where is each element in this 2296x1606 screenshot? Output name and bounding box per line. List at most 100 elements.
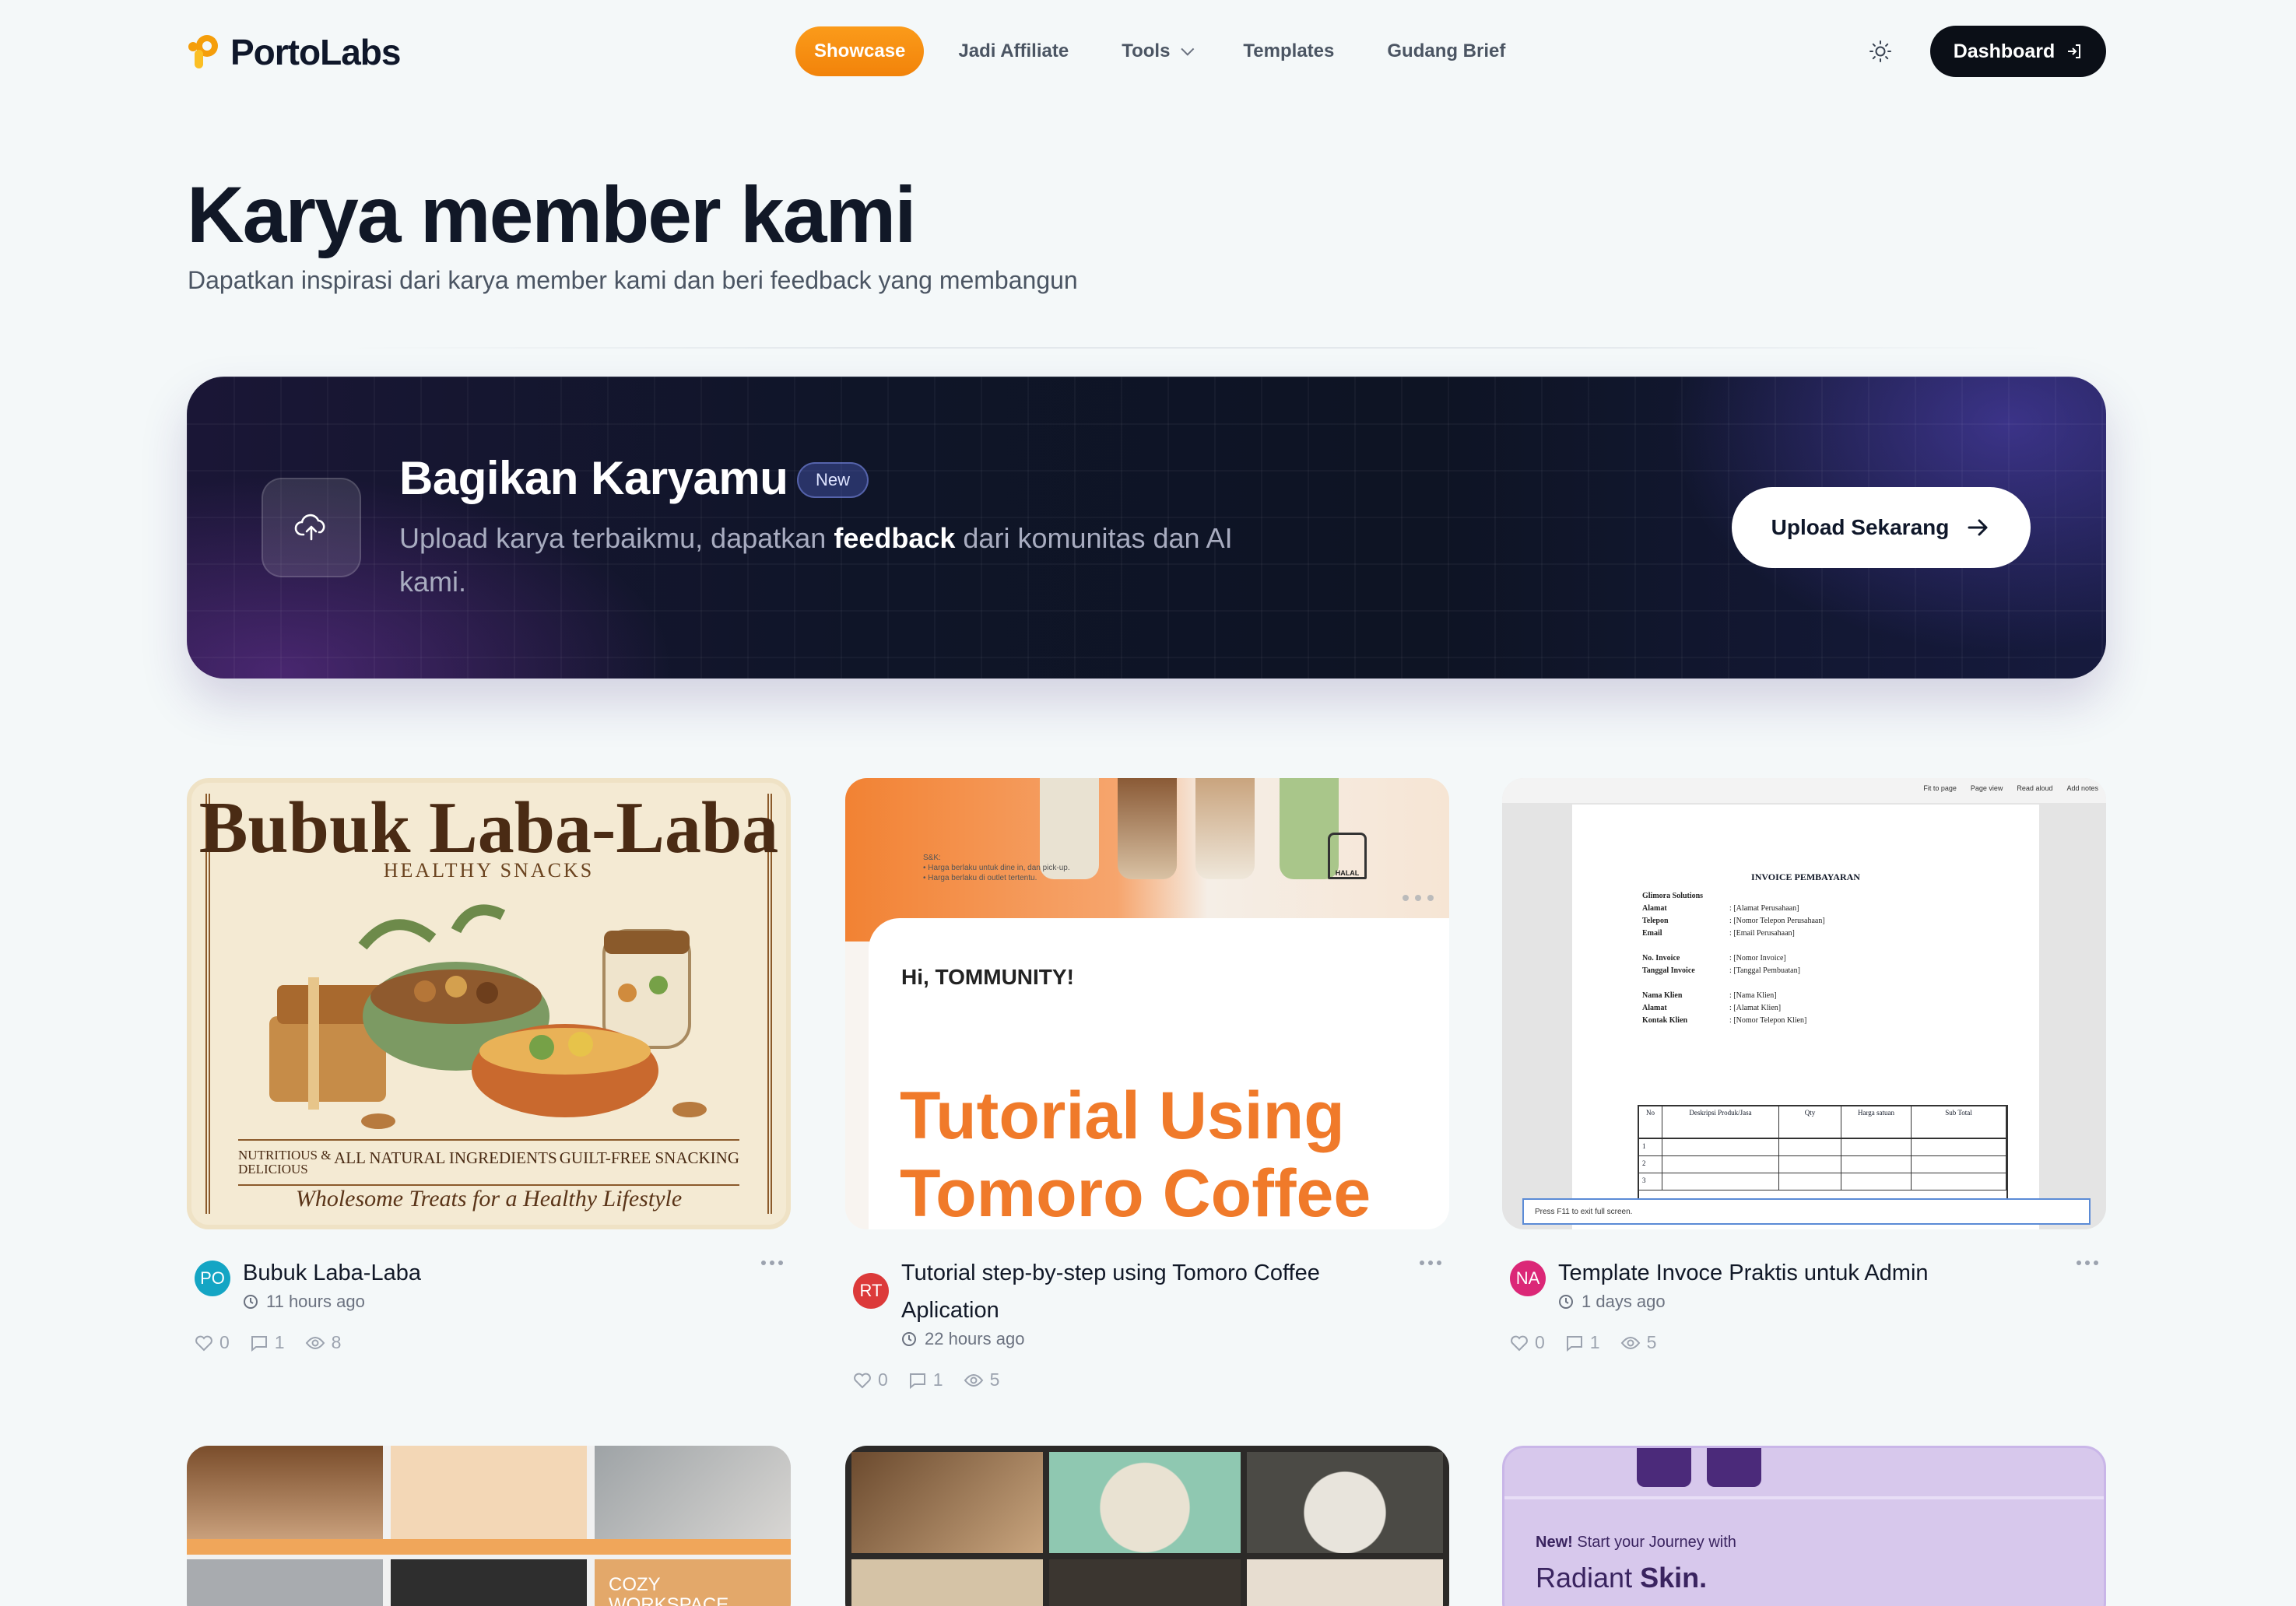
invoice-row-number: 3: [1639, 1173, 1662, 1190]
nav-jadi-affiliate[interactable]: Jadi Affiliate: [939, 26, 1087, 76]
view-stat: 8: [305, 1332, 341, 1353]
promo-start: Start your Journey with: [1572, 1534, 1736, 1551]
invoice-company: Glimora Solutions: [1642, 892, 1704, 900]
thumb-dots: [1403, 895, 1434, 901]
nav-tools[interactable]: Tools: [1103, 26, 1209, 76]
dashboard-button[interactable]: Dashboard: [1930, 26, 2106, 77]
clock-icon: [1559, 1295, 1573, 1309]
invoice-field-cell: Tanggal Invoice: [1642, 966, 1695, 975]
card-thumbnail[interactable]: Fit to page Page view Read aloud Add not…: [1502, 778, 2106, 1229]
card-thumbnail[interactable]: S&K: • Harga berlaku untuk dine in, dan …: [845, 778, 1449, 1229]
nav-templates[interactable]: Templates: [1224, 26, 1353, 76]
promo-radiant: Radiant: [1536, 1562, 1641, 1594]
card-meta: RT Tutorial step-by-step using Tomoro Co…: [845, 1254, 1449, 1390]
invoice-field-cell: : [Alamat Klien]: [1729, 1004, 1782, 1012]
avatar[interactable]: RT: [853, 1273, 889, 1309]
view-stat: 5: [1620, 1332, 1657, 1353]
invoice-field-cell: [1642, 977, 1729, 990]
theme-toggle-button[interactable]: [1865, 36, 1896, 67]
invoice-field-cell: : [Alamat Perusahaan]: [1729, 904, 1799, 913]
avatar[interactable]: NA: [1510, 1261, 1546, 1296]
chevron-down-icon: [1181, 42, 1195, 56]
upload-now-button[interactable]: Upload Sekarang: [1732, 487, 2031, 568]
invoice-field-cell: : [Email Perusahaan]: [1729, 929, 1795, 938]
invoice-empty-cell: [1662, 1173, 1779, 1190]
showcase-card[interactable]: S&K: • Harga berlaku untuk dine in, dan …: [845, 778, 1449, 1390]
poster-tags: NUTRITIOUS & DELICIOUS ALL NATURAL INGRE…: [238, 1139, 739, 1186]
brand-name: PortoLabs: [230, 32, 401, 72]
card-title[interactable]: Tutorial step-by-step using Tomoro Coffe…: [901, 1254, 1384, 1329]
showcase-card[interactable]: [845, 1446, 1449, 1606]
avatar[interactable]: PO: [195, 1261, 230, 1296]
eye-icon: [305, 1336, 325, 1349]
pdf-toolbar: Fit to page Page view Read aloud Add not…: [1502, 778, 2106, 803]
drink-cup: [1195, 778, 1255, 879]
showcase-card[interactable]: COZY WORKSPACE: [187, 1446, 791, 1606]
more-options-icon[interactable]: [761, 1261, 783, 1265]
brand-logo[interactable]: PortoLabs: [187, 31, 401, 73]
invoice-empty-cell: [1912, 1173, 2006, 1190]
comment-stat[interactable]: 1: [1565, 1332, 1600, 1353]
poster-tag: GUILT-FREE SNACKING: [559, 1148, 739, 1167]
card-time: 22 hours ago: [901, 1329, 1449, 1349]
card-thumbnail[interactable]: New! Start your Journey with Radiant Ski…: [1502, 1446, 2106, 1606]
like-count: 0: [878, 1369, 888, 1390]
toolbar-item: Add notes: [2066, 784, 2098, 792]
banner-description: Upload karya terbaikmu, dapatkan feedbac…: [399, 517, 1271, 604]
poster-footer: Wholesome Treats for a Healthy Lifestyle: [295, 1186, 683, 1212]
like-count: 0: [1535, 1332, 1545, 1352]
nav-gudang-brief[interactable]: Gudang Brief: [1368, 26, 1524, 76]
arrow-right-icon: [1968, 519, 1988, 536]
invoice-field-cell: : [Nama Klien]: [1729, 991, 1777, 1000]
more-options-icon[interactable]: [1420, 1261, 1441, 1265]
like-stat[interactable]: 0: [853, 1369, 888, 1390]
banner-desc-text: Upload karya terbaikmu, dapatkan: [399, 522, 834, 554]
like-stat[interactable]: 0: [1510, 1332, 1545, 1353]
card-title[interactable]: Bubuk Laba-Laba: [243, 1254, 725, 1292]
card-thumbnail[interactable]: [845, 1446, 1449, 1606]
comment-icon: [1566, 1335, 1582, 1352]
thumb-note-line: • Harga berlaku di outlet tertentu.: [923, 874, 1037, 882]
invoice-field-cell: Alamat: [1642, 1004, 1667, 1012]
invoice-header-cell: Harga satuan: [1841, 1106, 1912, 1138]
cozy-workspace-text: COZY WORKSPACE: [595, 1559, 791, 1606]
card-title[interactable]: Template Invoce Praktis untuk Admin: [1558, 1254, 2041, 1292]
banner-title: Bagikan Karyamu: [399, 452, 788, 504]
snacks-illustration: [269, 904, 707, 1129]
thumb-note-line: S&K:: [923, 854, 941, 862]
showcase-card[interactable]: New! Start your Journey with Radiant Ski…: [1502, 1446, 2106, 1606]
invoice-empty-cell: [1841, 1139, 1912, 1155]
like-stat[interactable]: 0: [195, 1332, 230, 1353]
eye-icon: [964, 1373, 983, 1387]
card-thumbnail[interactable]: Bubuk Laba-Laba HEALTHY SNACKS NUTRITIOU…: [187, 778, 791, 1229]
showcase-card[interactable]: Bubuk Laba-Laba HEALTHY SNACKS NUTRITIOU…: [187, 778, 791, 1353]
more-options-icon[interactable]: [2077, 1261, 2098, 1265]
clock-icon: [902, 1332, 916, 1346]
invoice-field-cell: Alamat: [1642, 904, 1667, 913]
view-count: 5: [1646, 1332, 1657, 1352]
card-thumbnail[interactable]: COZY WORKSPACE: [187, 1446, 791, 1606]
login-icon: [2068, 44, 2081, 58]
like-count: 0: [219, 1332, 230, 1352]
showcase-card[interactable]: Fit to page Page view Read aloud Add not…: [1502, 778, 2106, 1353]
showcase-page: PortoLabs Showcase Jadi Affiliate Tools …: [0, 0, 2296, 1606]
card-time-text: 1 days ago: [1582, 1292, 1666, 1311]
poster-title: Bubuk Laba-Laba: [198, 787, 779, 868]
section-divider: [342, 347, 2055, 349]
card-time-text: 11 hours ago: [266, 1292, 365, 1311]
halal-logo: HALAL: [1328, 833, 1367, 879]
invoice-empty-cell: [1662, 1156, 1779, 1173]
card-time-text: 22 hours ago: [925, 1329, 1025, 1348]
invoice-field-cell: : [Nomor Telepon Klien]: [1729, 1016, 1807, 1025]
card-meta: PO Bubuk Laba-Laba 11 hours ago 0 1 8: [187, 1254, 791, 1353]
comment-stat[interactable]: 1: [908, 1369, 943, 1390]
invoice-field-cell: Nama Klien: [1642, 991, 1683, 1000]
invoice-table-row: 2: [1639, 1156, 2006, 1173]
promo-line: New! Start your Journey with: [1536, 1534, 1736, 1552]
comment-count: 1: [932, 1369, 943, 1390]
invoice-field-cell: : [Nomor Telepon Perusahaan]: [1729, 917, 1825, 925]
page-title: Karya member kami: [187, 170, 917, 259]
comment-stat[interactable]: 1: [250, 1332, 285, 1353]
nav-showcase[interactable]: Showcase: [795, 26, 925, 76]
toolbar-item: Page view: [1970, 784, 2003, 792]
